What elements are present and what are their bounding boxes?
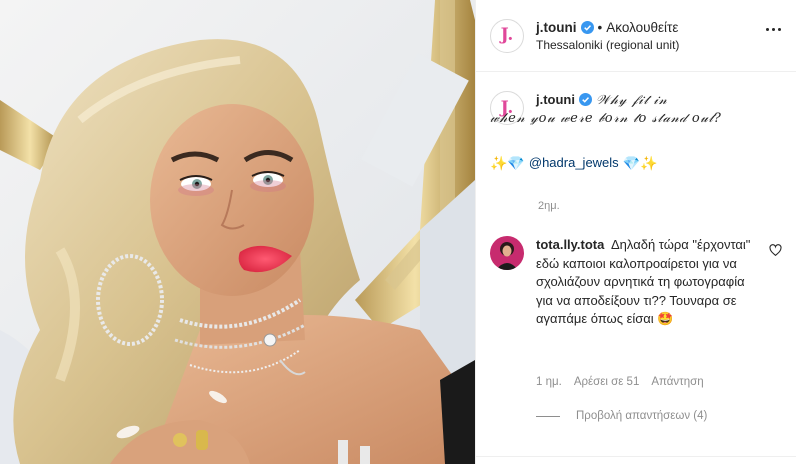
header-row: j.touni • Ακολουθείτε [536,20,679,35]
sparkles-diamond-emoji: ✨💎 [490,155,525,171]
post-header: J. j.touni • Ακολουθείτε Thessaloniki (r… [476,0,796,72]
more-dot [772,28,775,31]
replies-divider [536,415,560,417]
reply-button[interactable]: Απάντηση [651,376,703,388]
post-side-panel: J. j.touni • Ακολουθείτε Thessaloniki (r… [475,0,796,464]
view-replies-button[interactable]: Προβολή απαντήσεων (4) [536,410,707,422]
post-photo[interactable] [0,0,475,464]
following-button[interactable]: Ακολουθείτε [606,20,678,35]
comment-meta: 1 ημ. Αρέσει σε 51 Απάντηση [536,376,704,388]
caption-quote-line2: 𝓌𝒽𝑒𝓃 𝓎𝑜𝓊 𝓌𝑒𝓇𝑒 𝒷𝑜𝓇𝓃 𝓉𝑜 𝓈𝓉𝒶𝓃𝒹 𝑜𝓊𝓉? [490,111,722,126]
diamond-sparkles-emoji: 💎✨ [622,155,658,171]
photo-illustration [0,0,475,464]
view-replies-label: Προβολή απαντήσεων (4) [576,410,708,422]
commenter-username[interactable]: tota.lly.tota [536,237,604,252]
author-username[interactable]: j.touni [536,20,577,35]
more-options-icon[interactable] [766,28,781,31]
more-dot [778,28,781,31]
caption-body: j.touni 𝒲𝒽𝓎 𝒻𝒾𝓉 𝒾𝓃 𝓌𝒽𝑒𝓃 𝓎𝑜𝓊 𝓌𝑒𝓇𝑒 𝒷𝑜𝓇𝓃 𝓉𝑜… [490,91,722,172]
avatar-logo: J. [500,25,514,45]
comment-likes-button[interactable]: Αρέσει σε 51 [574,376,640,388]
post-caption: J. j.touni 𝒲𝒽𝓎 𝒻𝒾𝓉 𝒾𝓃 𝓌𝒽𝑒𝓃 𝓎𝑜𝓊 𝓌𝑒𝓇𝑒 𝒷𝑜𝓇𝓃… [490,91,790,172]
caption-time: 2ημ. [538,200,560,212]
post-location[interactable]: Thessaloniki (regional unit) [536,38,679,52]
author-avatar[interactable]: J. [490,18,524,53]
heart-outline-icon[interactable] [769,244,782,257]
caption-emoji-line: ✨💎 @hadra_jewels 💎✨ [490,154,722,172]
comment-time: 1 ημ. [536,376,562,388]
commenter-avatar[interactable] [490,236,524,270]
comment-body: tota.lly.tota Δηλαδή τώρα "έρχονται" εδώ… [536,236,758,329]
post-viewer: J. j.touni • Ακολουθείτε Thessaloniki (r… [0,0,796,464]
follow-separator: • [597,19,603,35]
jewels-mention-link[interactable]: @hadra_jewels [529,154,619,172]
caption-username[interactable]: j.touni [536,92,575,107]
verified-badge-icon [580,20,594,34]
more-dot [766,28,769,31]
caption-quote-line1: 𝒲𝒽𝓎 𝒻𝒾𝓉 𝒾𝓃 [596,93,668,108]
header-text: j.touni • Ακολουθείτε Thessaloniki (regi… [536,20,679,52]
commenter-avatar-image [490,236,524,270]
verified-badge-icon [579,93,592,106]
comment-item: tota.lly.tota Δηλαδή τώρα "έρχονται" εδώ… [490,236,790,329]
action-bar-edge [476,456,796,464]
